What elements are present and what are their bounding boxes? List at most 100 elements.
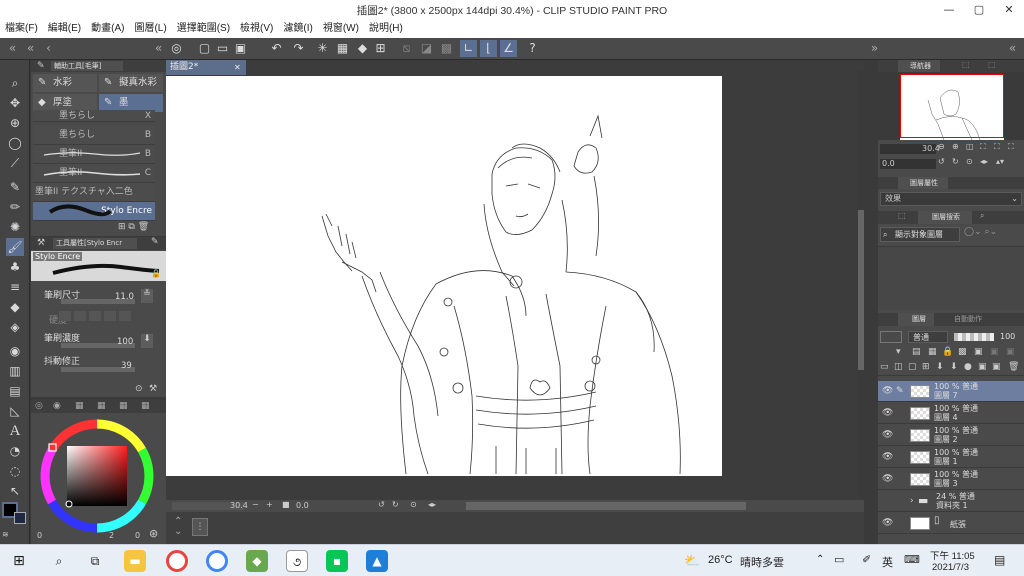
color-wheel-tab-icon[interactable]: ◎ bbox=[35, 401, 43, 411]
deselect-icon[interactable]: ⧅ bbox=[398, 40, 415, 57]
canvas-paper[interactable] bbox=[166, 76, 722, 476]
invert-icon[interactable]: ▩ bbox=[438, 40, 455, 57]
layer-filter-select[interactable]: ⌕ 顯示對象圖層 bbox=[880, 227, 960, 242]
mask-display-icon[interactable]: ▣ bbox=[990, 347, 999, 357]
layer-row-layer3[interactable]: 👁 100 % 普通 圖層 3 bbox=[878, 469, 1024, 490]
tool-property-label[interactable]: 工具屬性[Stylo Encr bbox=[53, 238, 137, 249]
gradient-tool-icon[interactable]: ▥ bbox=[6, 362, 24, 380]
balloon-tool-icon[interactable]: ◔ bbox=[6, 442, 24, 460]
sub-color-swatch[interactable] bbox=[14, 512, 26, 524]
color-set-tab-icon[interactable]: ▦ bbox=[75, 401, 84, 411]
snap-special-icon[interactable]: ⌊ bbox=[480, 40, 497, 57]
duplicate-brush-icon[interactable]: ⧉ bbox=[128, 222, 134, 232]
flip-horizontal-icon[interactable]: ◂▸ bbox=[980, 157, 988, 166]
ruler-icon[interactable]: ▣ bbox=[1006, 347, 1015, 357]
chevron-up-icon[interactable]: ⌃ bbox=[816, 554, 824, 565]
layer-row-paper[interactable]: 👁 ▯ 紙張 bbox=[878, 513, 1024, 534]
fit-screen-icon[interactable]: ⛶ bbox=[980, 142, 986, 152]
chevron-right-icon[interactable]: › bbox=[910, 496, 914, 506]
apply-mask-icon[interactable]: ▣ bbox=[992, 362, 1001, 372]
color-filter-icon[interactable]: ◯⌄ bbox=[964, 227, 982, 237]
layer-panel-tab[interactable]: 圖層 bbox=[898, 313, 934, 326]
auto-action-tab[interactable]: 自動動作 bbox=[940, 313, 996, 326]
zoom-out-icon[interactable]: ⊖ bbox=[938, 142, 945, 151]
expand-down-icon[interactable]: ⌄ bbox=[174, 526, 182, 537]
visibility-eye-icon[interactable]: 👁 bbox=[882, 518, 893, 528]
visibility-eye-icon[interactable]: 👁 bbox=[882, 474, 893, 484]
brush-size-dropdown[interactable]: ≚ bbox=[141, 289, 153, 303]
pen-tool-icon[interactable]: ✎ bbox=[6, 178, 24, 196]
panel-expand-icon[interactable]: » bbox=[866, 40, 883, 57]
opacity-slider[interactable] bbox=[954, 333, 994, 341]
navigator-viewport-frame[interactable] bbox=[900, 74, 1004, 138]
lock-icon[interactable]: 🔒 bbox=[942, 347, 953, 357]
panel-collapse-icon[interactable]: « bbox=[4, 40, 21, 57]
keyboard-icon[interactable]: ⌨ bbox=[904, 553, 920, 566]
new-file-icon[interactable]: ▢ bbox=[196, 40, 213, 57]
snap-ruler-icon[interactable]: ∟ bbox=[460, 40, 477, 57]
maximize-button[interactable]: ▢ bbox=[964, 0, 994, 20]
windows-start-icon[interactable]: ⊞ bbox=[8, 550, 30, 572]
eyedropper-tool-icon[interactable]: ⟋ bbox=[6, 154, 24, 172]
new-folder-icon[interactable]: ▢ bbox=[908, 362, 917, 372]
menu-animation[interactable]: 動畫(A) bbox=[86, 20, 129, 38]
rotate-left-icon[interactable]: ↺ bbox=[938, 157, 945, 166]
delete-layer-icon[interactable]: 🗑 bbox=[1008, 362, 1019, 372]
layer-row-layer2[interactable]: 👁 100 % 普通 圖層 2 bbox=[878, 425, 1024, 446]
fill-icon[interactable]: ▦ bbox=[334, 40, 351, 57]
weather-temperature[interactable]: 26°C bbox=[708, 554, 733, 566]
zoom-in-icon[interactable]: + bbox=[266, 500, 273, 509]
minimize-button[interactable]: — bbox=[934, 0, 964, 20]
panel-collapse-icon-3[interactable]: « bbox=[150, 40, 167, 57]
lock-transparency-icon[interactable]: ▩ bbox=[958, 347, 967, 357]
blend-tool-icon[interactable]: ◈ bbox=[6, 318, 24, 336]
figure-tool-icon[interactable]: ▤ bbox=[6, 382, 24, 400]
frame-tool-icon[interactable]: ◺ bbox=[6, 402, 24, 420]
clock-date[interactable]: 2021/7/3 bbox=[932, 562, 969, 573]
rotate-left-icon[interactable]: ↺ bbox=[378, 500, 385, 509]
mask-add-icon[interactable]: ▣ bbox=[978, 362, 987, 372]
menu-view[interactable]: 檢視(V) bbox=[235, 20, 278, 38]
density-dropdown[interactable]: ⬇ bbox=[141, 334, 153, 348]
layer-row-layer7[interactable]: 👁 ✎ 100 % 普通 圖層 7 bbox=[878, 381, 1024, 402]
lasso-tool-icon[interactable]: ◯ bbox=[6, 134, 24, 152]
decoration-tool-icon[interactable]: ♣ bbox=[6, 258, 24, 276]
zoom-fit-icon[interactable]: ■ bbox=[282, 500, 290, 509]
menu-window[interactable]: 視窗(W) bbox=[318, 20, 364, 38]
navigator-view[interactable] bbox=[878, 72, 1024, 141]
zoom-value[interactable]: 30.4 bbox=[230, 501, 248, 510]
brush-tool-icon[interactable]: 🖌 bbox=[6, 238, 24, 256]
clip-icon[interactable]: ▾ bbox=[896, 347, 901, 357]
rotation-value[interactable]: 0.0 bbox=[296, 501, 309, 510]
mask-icon[interactable]: ▣ bbox=[974, 347, 983, 357]
zoom-tool-icon[interactable]: ⌕ bbox=[6, 74, 24, 92]
help-icon[interactable]: ? bbox=[524, 40, 541, 57]
clock-time[interactable]: 下午 11:05 bbox=[930, 548, 975, 562]
flip-vertical-icon[interactable]: ▴▾ bbox=[996, 157, 1004, 166]
color-history-tab-icon[interactable]: ▦ bbox=[141, 401, 150, 411]
weather-icon[interactable]: ⛅ bbox=[684, 553, 700, 569]
search-mode-icon[interactable]: ⌕⌄ bbox=[985, 227, 998, 237]
vertical-scrollbar-thumb[interactable] bbox=[858, 210, 864, 370]
clear-icon[interactable]: ✳ bbox=[314, 40, 331, 57]
photo-app-icon[interactable]: ◆ bbox=[246, 550, 268, 572]
line-tool-icon[interactable]: ≡ bbox=[6, 278, 24, 296]
clip-studio-taskbar-icon[interactable]: ૭ bbox=[286, 550, 308, 572]
speech-tool-icon[interactable]: ◌ bbox=[6, 462, 24, 480]
weather-condition[interactable]: 晴時多雲 bbox=[740, 554, 784, 570]
new-layer-icon[interactable]: ⊞ bbox=[922, 362, 930, 372]
layer-color-select[interactable] bbox=[880, 331, 902, 343]
tab-document[interactable]: 插圖2* ✕ bbox=[166, 60, 246, 75]
hardness-steps[interactable] bbox=[59, 311, 151, 323]
snap-grid-icon[interactable]: ∠ bbox=[500, 40, 517, 57]
open-file-icon[interactable]: ▭ bbox=[214, 40, 231, 57]
color-slider-tab-icon[interactable]: ◉ bbox=[53, 401, 61, 411]
horizontal-scrollbar-thumb[interactable] bbox=[466, 502, 746, 510]
correct-line-tool-icon[interactable]: ↖ bbox=[6, 482, 24, 500]
clip-studio-icon[interactable]: ◎ bbox=[168, 40, 185, 57]
menu-filter[interactable]: 濾鏡(I) bbox=[278, 20, 317, 38]
subtool-tab-realistic-watercolor[interactable]: ✎ 擬真水彩 bbox=[99, 74, 163, 92]
pencil-tool-icon[interactable]: ✏ bbox=[6, 198, 24, 216]
timeline-icon[interactable]: ⋮ bbox=[192, 518, 208, 536]
opacity-value[interactable]: 100 bbox=[1000, 332, 1015, 341]
